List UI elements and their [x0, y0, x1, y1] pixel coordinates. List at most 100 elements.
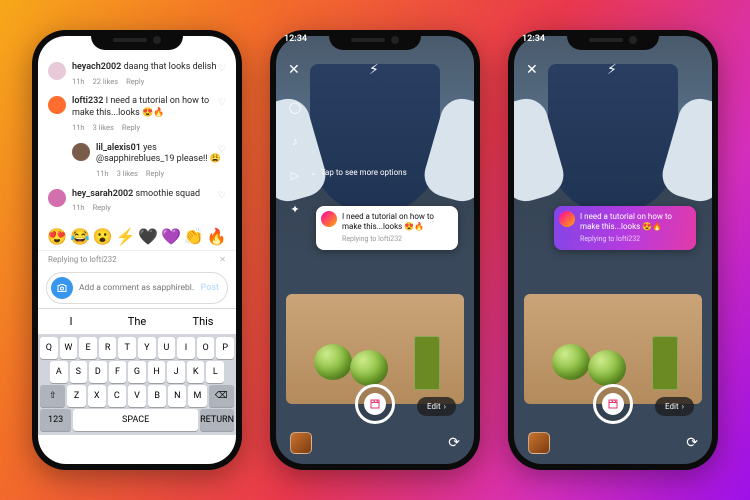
key[interactable]: s [70, 361, 88, 383]
key[interactable]: f [109, 361, 127, 383]
emoji-option[interactable]: 👏 [184, 227, 204, 246]
avatar[interactable] [48, 96, 66, 114]
more-options-label: Tap to see more options [321, 168, 407, 177]
phone-reel-editor-a: 12:34 ✕ ⚡︎ ◯ ♪ ▷ ✦ ⌄ Tap to see more opt… [270, 30, 480, 470]
key[interactable]: n [168, 385, 186, 407]
key[interactable]: v [128, 385, 146, 407]
quicktype-suggestion[interactable]: This [170, 309, 236, 334]
flash-icon[interactable]: ⚡︎ [607, 62, 617, 78]
key[interactable]: y [138, 337, 156, 359]
status-time: 12:34 [522, 34, 545, 44]
key[interactable]: k [187, 361, 205, 383]
comment-reply[interactable]: Reply [146, 169, 164, 179]
effects-tool-icon[interactable]: ✦ [284, 198, 306, 220]
key[interactable]: l [206, 361, 224, 383]
like-icon[interactable]: ♡ [218, 64, 226, 74]
key[interactable]: d [89, 361, 107, 383]
comment-sticker-styled[interactable]: I need a tutorial on how to make this...… [554, 206, 696, 250]
comment-likes[interactable]: 3 likes [117, 169, 138, 179]
comment-reply[interactable]: Reply [126, 77, 144, 87]
comment-input[interactable] [79, 283, 195, 293]
reels-icon [364, 393, 386, 415]
emoji-option[interactable]: 😂 [70, 227, 90, 246]
comment-likes[interactable]: 22 likes [93, 77, 119, 87]
keyboard: qwertyuiop asdfghjkl ⇧zxcvbnm⌫ 123 space… [38, 335, 236, 435]
shutter-button[interactable] [593, 384, 633, 424]
numbers-key[interactable]: 123 [40, 409, 71, 431]
sticker-text: I need a tutorial on how to make this...… [580, 212, 672, 231]
emoji-option[interactable]: 🖤 [138, 227, 158, 246]
notch [567, 30, 659, 50]
key[interactable]: x [88, 385, 106, 407]
comment-sticker[interactable]: I need a tutorial on how to make this...… [316, 206, 458, 250]
comment-username[interactable]: hey_sarah2002 [72, 189, 133, 199]
return-key[interactable]: return [200, 409, 234, 431]
emoji-option[interactable]: 😍 [47, 227, 67, 246]
key[interactable]: q [40, 337, 58, 359]
key[interactable]: o [197, 337, 215, 359]
camera-flip-icon[interactable]: ⟳ [686, 435, 698, 451]
key[interactable]: b [148, 385, 166, 407]
key[interactable]: a [50, 361, 68, 383]
key[interactable]: g [128, 361, 146, 383]
comment-username[interactable]: heyach2002 [72, 62, 121, 72]
gallery-thumbnail[interactable] [528, 432, 550, 454]
comment-time: 11h [72, 77, 85, 87]
emoji-option[interactable]: ⚡ [116, 227, 136, 246]
shutter-button[interactable] [355, 384, 395, 424]
sticker-avatar [321, 211, 337, 227]
comment-time: 11h [72, 123, 85, 133]
avatar[interactable] [48, 62, 66, 80]
comment-row: lofti232 I need a tutorial on how to mak… [48, 96, 226, 132]
speed-tool-icon[interactable]: ▷ [284, 164, 306, 186]
key[interactable]: p [216, 337, 234, 359]
chevron-down-icon: ⌄ [310, 168, 317, 177]
key[interactable]: e [79, 337, 97, 359]
more-options[interactable]: ⌄ Tap to see more options [310, 168, 407, 177]
gallery-thumbnail[interactable] [290, 432, 312, 454]
key[interactable]: c [108, 385, 126, 407]
comment-likes[interactable]: 3 likes [93, 123, 114, 133]
screen-reel-b: ✕ ⚡︎ I need a tutorial on how to make th… [514, 36, 712, 464]
reel-side-tools: ◯ ♪ ▷ ✦ [284, 96, 306, 220]
length-tool-icon[interactable]: ◯ [284, 96, 306, 118]
sticker-subtext: Replying to lofti232 [342, 235, 450, 244]
comment-input-bar: Post [46, 272, 228, 304]
key[interactable]: h [148, 361, 166, 383]
key[interactable]: r [99, 337, 117, 359]
comment-time: 11h [72, 203, 85, 213]
key[interactable]: u [158, 337, 176, 359]
post-button[interactable]: Post [201, 283, 223, 293]
key[interactable]: i [177, 337, 195, 359]
shift-key[interactable]: ⇧ [40, 385, 65, 407]
key[interactable]: t [118, 337, 136, 359]
comment-reply[interactable]: Reply [93, 203, 111, 213]
space-key[interactable]: space [73, 409, 198, 431]
backspace-key[interactable]: ⌫ [209, 385, 234, 407]
key[interactable]: w [60, 337, 78, 359]
comment-reply[interactable]: Reply [122, 123, 140, 133]
camera-icon[interactable] [51, 277, 73, 299]
close-icon[interactable]: ✕ [526, 62, 538, 78]
close-icon[interactable]: ✕ [288, 62, 300, 78]
emoji-option[interactable]: 🔥 [207, 227, 227, 246]
avatar[interactable] [72, 143, 90, 161]
key[interactable]: m [188, 385, 206, 407]
like-icon[interactable]: ♡ [218, 145, 226, 155]
audio-tool-icon[interactable]: ♪ [284, 130, 306, 152]
key[interactable]: j [167, 361, 185, 383]
like-icon[interactable]: ♡ [218, 98, 226, 108]
flash-icon[interactable]: ⚡︎ [369, 62, 379, 78]
comment-username[interactable]: lofti232 [72, 96, 103, 106]
quicktype-suggestion[interactable]: I [38, 309, 104, 334]
emoji-option[interactable]: 💜 [161, 227, 181, 246]
key[interactable]: z [67, 385, 85, 407]
like-icon[interactable]: ♡ [218, 191, 226, 201]
camera-flip-icon[interactable]: ⟳ [448, 435, 460, 451]
emoji-option[interactable]: 😮 [93, 227, 113, 246]
phone-reel-editor-b: 12:34 ✕ ⚡︎ I need a tutorial on how to m… [508, 30, 718, 470]
close-icon[interactable]: ✕ [219, 255, 226, 264]
comment-username[interactable]: lil_alexis01 [96, 143, 141, 153]
quicktype-suggestion[interactable]: The [104, 309, 170, 334]
avatar[interactable] [48, 189, 66, 207]
